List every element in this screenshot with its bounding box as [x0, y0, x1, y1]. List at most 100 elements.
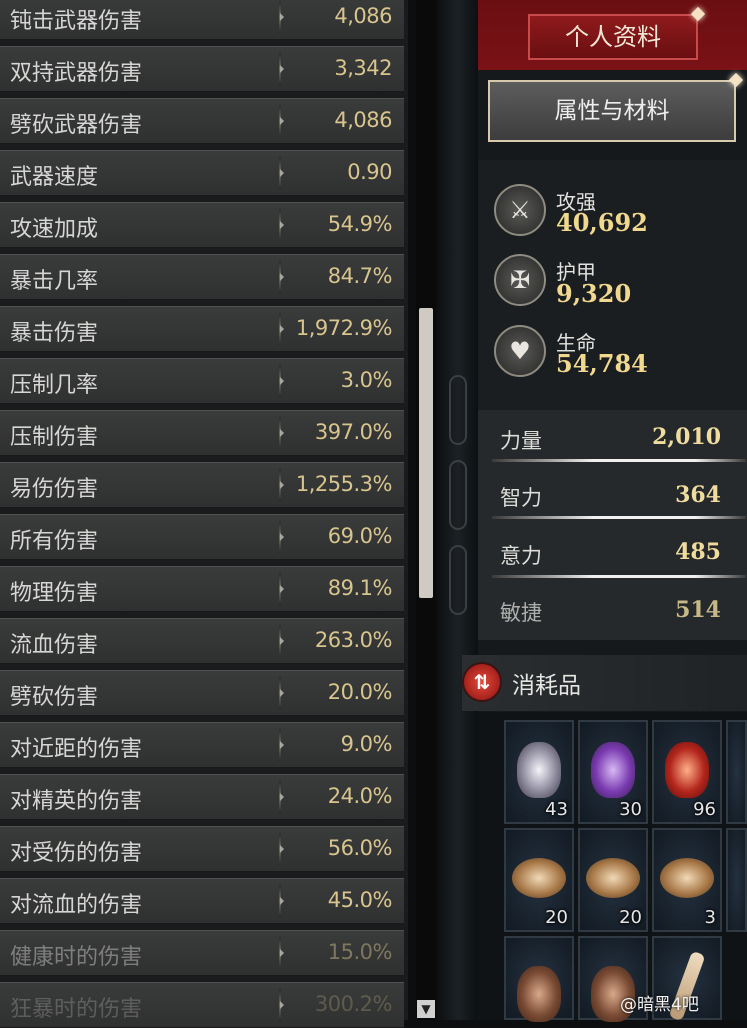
frame-ornament [449, 545, 467, 615]
item-quantity: 20 [545, 907, 568, 928]
stat-label: 压制伤害 [10, 425, 99, 450]
divider-arrow [279, 833, 284, 865]
purple-elixir-icon [591, 742, 635, 798]
stat-value: 1,255.3% [295, 472, 393, 496]
swap-arrows-icon[interactable]: ⇅ [462, 662, 502, 702]
stat-row: 劈砍武器伤害 4,086 [0, 98, 404, 144]
scroll-down-arrow-icon[interactable]: ▼ [417, 1000, 435, 1018]
stat-value: 45.0% [327, 888, 393, 912]
consumables-title: 消耗品 [512, 673, 581, 699]
divider-arrow [279, 261, 284, 293]
stat-value: 4,086 [334, 108, 392, 132]
inventory-slot[interactable] [504, 936, 574, 1022]
stat-label: 暴击伤害 [10, 321, 99, 346]
divider-arrow [279, 1, 284, 33]
stat-label: 压制几率 [10, 373, 99, 398]
attribute-label: 力量 [500, 429, 542, 453]
summary-value: 54,784 [556, 349, 648, 378]
divider-arrow [279, 677, 284, 709]
incense-icon [586, 858, 640, 898]
stat-label: 所有伤害 [10, 529, 99, 554]
attributes-materials-button[interactable]: 属性与材料 [488, 80, 736, 142]
stat-value: 9.0% [340, 732, 393, 756]
inventory-slot[interactable]: 43 [504, 720, 574, 824]
summary-value: 40,692 [556, 208, 648, 237]
incense-icon [512, 858, 566, 898]
stat-value: 69.0% [327, 524, 393, 548]
stat-row: 武器速度 0.90 [0, 150, 404, 196]
stat-row: 钝击武器伤害 4,086 [0, 0, 404, 40]
egg-icon [517, 966, 561, 1022]
consumables-header [462, 655, 747, 711]
stat-value: 397.0% [314, 420, 393, 444]
item-quantity: 3 [704, 907, 716, 928]
divider-arrow [279, 365, 284, 397]
divider-arrow [279, 937, 284, 969]
stat-value: 20.0% [327, 680, 393, 704]
stat-label: 武器速度 [10, 165, 99, 190]
profile-tab-button[interactable]: 个人资料 [528, 14, 698, 60]
stat-label: 对受伤的伤害 [10, 841, 143, 866]
stat-value: 0.90 [347, 160, 392, 184]
divider-arrow [279, 469, 284, 501]
stat-row: 对流血的伤害 45.0% [0, 878, 404, 924]
stat-row: 攻速加成 54.9% [0, 202, 404, 248]
silver-elixir-icon [517, 742, 561, 798]
divider-arrow [279, 781, 284, 813]
stat-label: 对流血的伤害 [10, 893, 143, 918]
divider-arrow [279, 417, 284, 449]
stat-label: 暴击几率 [10, 269, 99, 294]
stat-row: 物理伤害 89.1% [0, 566, 404, 612]
watermark: @暗黑4吧 [620, 995, 699, 1015]
divider-arrow [279, 313, 284, 345]
attribute-label: 智力 [500, 486, 542, 510]
stat-row: 健康时的伤害 15.0% [0, 930, 404, 976]
stat-label: 劈砍武器伤害 [10, 113, 143, 138]
divider-arrow [279, 625, 284, 657]
item-quantity: 96 [693, 799, 716, 820]
scrollbar-thumb[interactable] [419, 308, 433, 598]
divider-arrow [279, 157, 284, 189]
stat-value: 3,342 [334, 56, 392, 80]
stat-label: 健康时的伤害 [10, 945, 143, 970]
stat-value: 300.2% [314, 992, 393, 1016]
stat-row: 压制伤害 397.0% [0, 410, 404, 456]
inventory-slot[interactable]: 20 [578, 828, 648, 932]
stat-value: 1,972.9% [295, 316, 393, 340]
stat-row: 对精英的伤害 24.0% [0, 774, 404, 820]
inventory-slot[interactable]: 20 [504, 828, 574, 932]
stat-row: 对近距的伤害 9.0% [0, 722, 404, 768]
divider-arrow [279, 521, 284, 553]
inventory-slot[interactable] [726, 720, 747, 824]
divider-arrow [279, 989, 284, 1021]
stat-row: 对受伤的伤害 56.0% [0, 826, 404, 872]
stat-label: 对精英的伤害 [10, 789, 143, 814]
summary-value: 9,320 [556, 279, 632, 308]
item-quantity: 30 [619, 799, 642, 820]
inventory-slot[interactable] [726, 828, 747, 932]
stats-list[interactable]: 钝击武器伤害 4,086 双持武器伤害 3,342 劈砍武器伤害 4,086 武器速度… [0, 0, 408, 1028]
attribute-divider [492, 575, 746, 578]
attribute-label: 意力 [500, 544, 542, 568]
stat-row: 压制几率 3.0% [0, 358, 404, 404]
attribute-value: 485 [675, 539, 721, 565]
inventory-slot[interactable]: 96 [652, 720, 722, 824]
stat-value: 84.7% [327, 264, 393, 288]
stat-value: 89.1% [327, 576, 393, 600]
stat-value: 4,086 [334, 4, 392, 28]
item-quantity: 43 [545, 799, 568, 820]
stat-label: 流血伤害 [10, 633, 99, 658]
stat-row: 易伤伤害 1,255.3% [0, 462, 404, 508]
divider-arrow [279, 573, 284, 605]
stat-label: 攻速加成 [10, 217, 99, 242]
stat-row: 双持武器伤害 3,342 [0, 46, 404, 92]
divider-arrow [279, 729, 284, 761]
shield-icon: ✠ [494, 254, 546, 306]
inventory-slot[interactable]: 30 [578, 720, 648, 824]
attribute-value: 2,010 [652, 424, 721, 450]
inventory-slot[interactable]: 3 [652, 828, 722, 932]
divider-arrow [279, 105, 284, 137]
item-quantity: 20 [619, 907, 642, 928]
stat-label: 易伤伤害 [10, 477, 99, 502]
stat-label: 狂暴时的伤害 [10, 997, 143, 1022]
